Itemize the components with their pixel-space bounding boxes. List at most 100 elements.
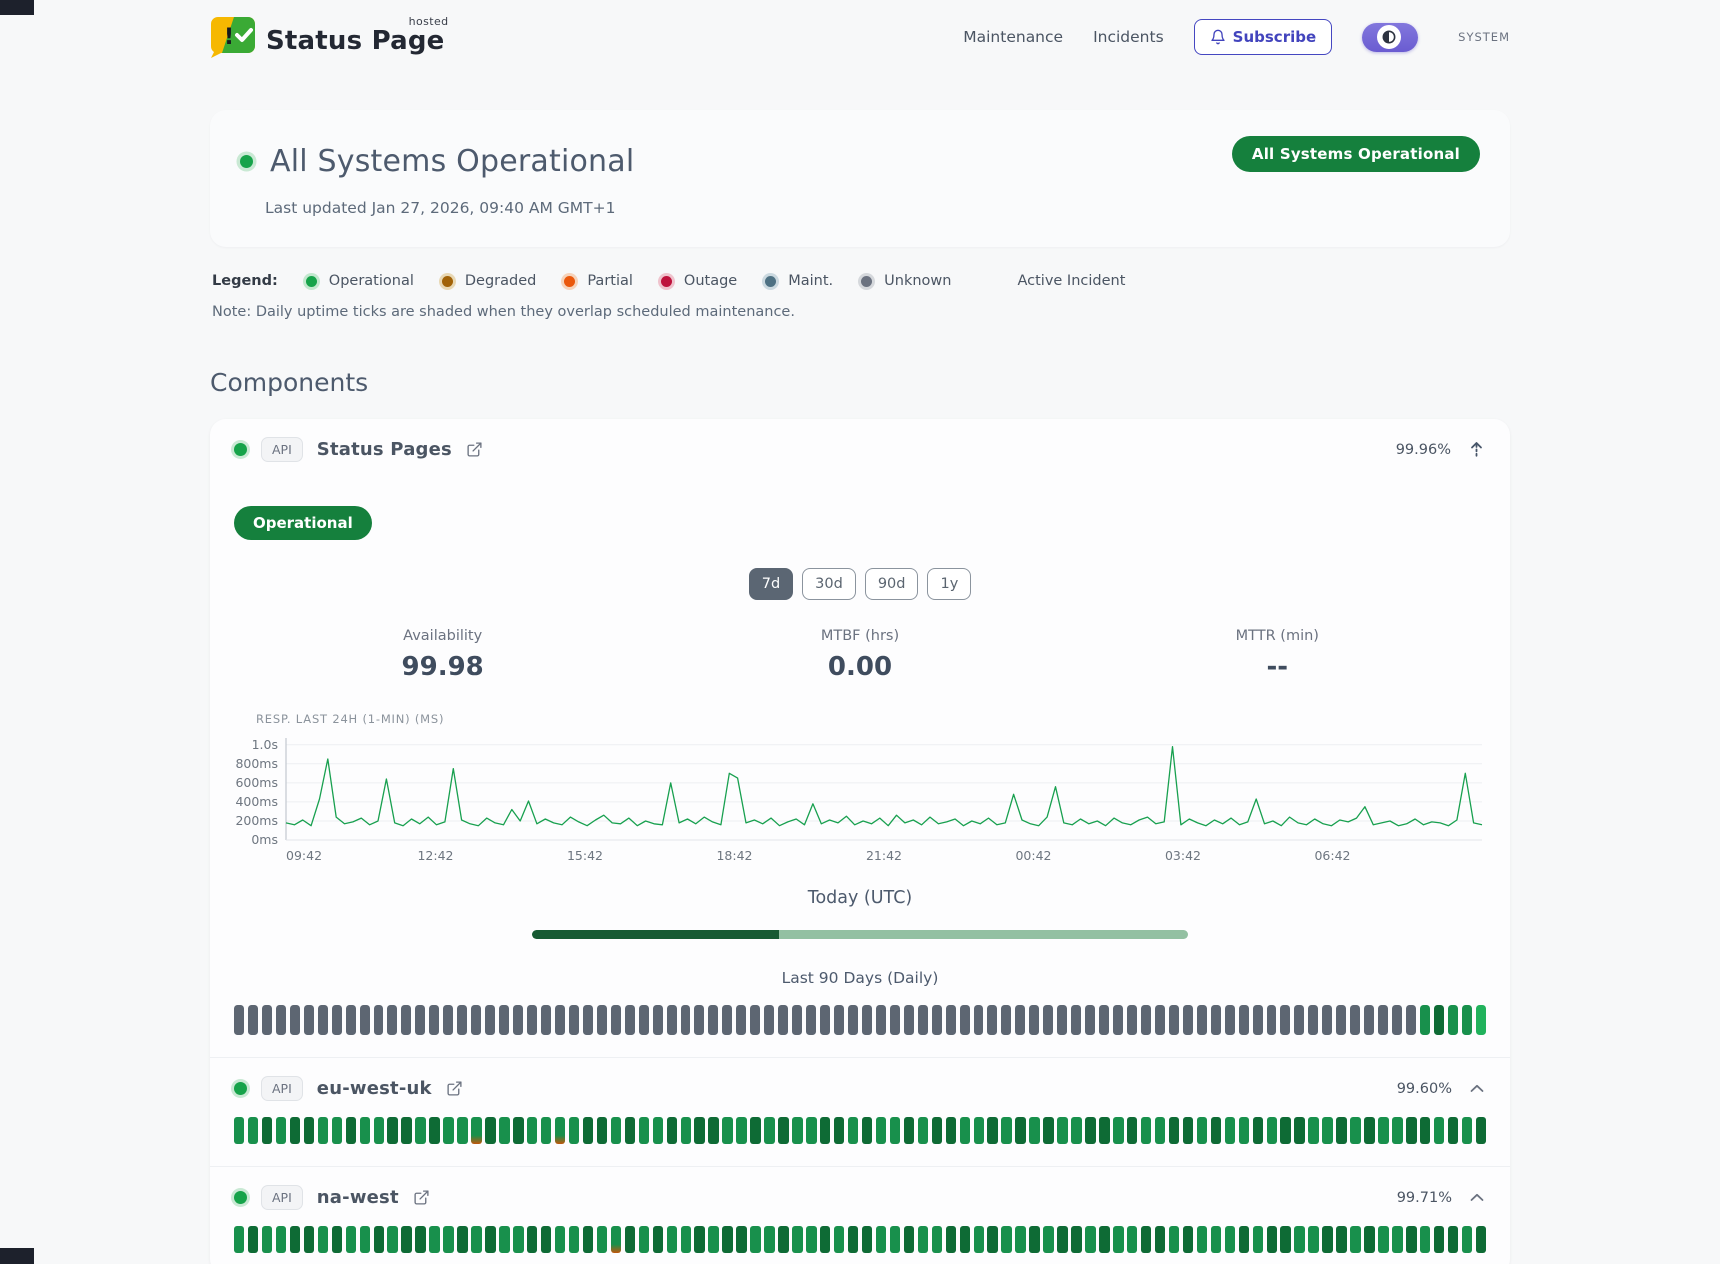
subscribe-button[interactable]: Subscribe [1194, 19, 1333, 55]
uptime-tick[interactable] [1462, 1005, 1472, 1035]
uptime-tick[interactable] [457, 1117, 467, 1144]
uptime-tick[interactable] [653, 1226, 663, 1253]
uptime-tick[interactable] [304, 1226, 314, 1253]
uptime-tick[interactable] [974, 1226, 984, 1253]
uptime-tick[interactable] [1169, 1117, 1179, 1144]
uptime-tick[interactable] [681, 1226, 691, 1253]
uptime-tick[interactable] [415, 1005, 425, 1035]
uptime-tick[interactable] [904, 1005, 914, 1035]
uptime-tick[interactable] [890, 1117, 900, 1144]
uptime-tick[interactable] [848, 1226, 858, 1253]
uptime-tick[interactable] [834, 1117, 844, 1144]
uptime-tick[interactable] [374, 1226, 384, 1253]
uptime-tick[interactable] [485, 1005, 495, 1035]
uptime-tick[interactable] [1364, 1117, 1374, 1144]
uptime-tick[interactable] [1378, 1117, 1388, 1144]
uptime-tick[interactable] [792, 1117, 802, 1144]
uptime-tick[interactable] [1322, 1226, 1332, 1253]
uptime-tick[interactable] [443, 1117, 453, 1144]
uptime-tick[interactable] [415, 1226, 425, 1253]
uptime-tick[interactable] [1294, 1226, 1304, 1253]
uptime-tick[interactable] [401, 1117, 411, 1144]
uptime-tick[interactable] [1211, 1005, 1221, 1035]
uptime-tick[interactable] [1099, 1226, 1109, 1253]
uptime-tick[interactable] [834, 1226, 844, 1253]
uptime-tick[interactable] [1308, 1117, 1318, 1144]
uptime-tick[interactable] [1448, 1117, 1458, 1144]
uptime-tick[interactable] [792, 1005, 802, 1035]
uptime-tick[interactable] [513, 1226, 523, 1253]
uptime-tick[interactable] [834, 1005, 844, 1035]
uptime-tick[interactable] [806, 1117, 816, 1144]
uptime-tick[interactable] [401, 1005, 411, 1035]
uptime-tick[interactable] [1057, 1005, 1067, 1035]
uptime-tick[interactable] [722, 1005, 732, 1035]
uptime-tick[interactable] [1350, 1005, 1360, 1035]
uptime-tick[interactable] [1141, 1226, 1151, 1253]
uptime-tick[interactable] [1197, 1117, 1207, 1144]
uptime-tick[interactable] [541, 1005, 551, 1035]
uptime-tick[interactable] [346, 1005, 356, 1035]
uptime-tick[interactable] [736, 1117, 746, 1144]
uptime-tick[interactable] [778, 1226, 788, 1253]
uptime-tick[interactable] [276, 1117, 286, 1144]
uptime-tick[interactable] [862, 1005, 872, 1035]
range-90d-button[interactable]: 90d [865, 568, 919, 600]
uptime-tick[interactable] [304, 1117, 314, 1144]
uptime-tick[interactable] [918, 1117, 928, 1144]
uptime-tick[interactable] [1253, 1117, 1263, 1144]
uptime-tick[interactable] [848, 1005, 858, 1035]
uptime-tick[interactable] [987, 1226, 997, 1253]
uptime-tick[interactable] [276, 1226, 286, 1253]
uptime-tick[interactable] [1029, 1226, 1039, 1253]
uptime-tick[interactable] [527, 1226, 537, 1253]
uptime-tick[interactable] [346, 1226, 356, 1253]
uptime-tick[interactable] [625, 1226, 635, 1253]
uptime-tick[interactable] [1476, 1117, 1486, 1144]
uptime-tick[interactable] [1085, 1226, 1095, 1253]
uptime-tick[interactable] [1141, 1005, 1151, 1035]
uptime-tick[interactable] [876, 1226, 886, 1253]
uptime-tick[interactable] [1099, 1005, 1109, 1035]
uptime-tick[interactable] [1336, 1117, 1346, 1144]
external-link-icon[interactable] [466, 441, 483, 458]
uptime-tick[interactable] [290, 1005, 300, 1035]
uptime-tick[interactable] [653, 1005, 663, 1035]
uptime-tick[interactable] [1420, 1117, 1430, 1144]
uptime-tick[interactable] [639, 1226, 649, 1253]
uptime-tick[interactable] [1392, 1005, 1402, 1035]
uptime-tick[interactable] [1001, 1005, 1011, 1035]
uptime-tick[interactable] [611, 1117, 621, 1144]
uptime-tick[interactable] [722, 1117, 732, 1144]
uptime-tick[interactable] [1294, 1005, 1304, 1035]
theme-toggle[interactable] [1362, 23, 1418, 52]
uptime-tick[interactable] [722, 1226, 732, 1253]
uptime-tick[interactable] [876, 1117, 886, 1144]
uptime-tick[interactable] [360, 1005, 370, 1035]
uptime-tick[interactable] [820, 1226, 830, 1253]
nav-maintenance[interactable]: Maintenance [963, 28, 1063, 46]
uptime-tick[interactable] [1225, 1226, 1235, 1253]
uptime-tick[interactable] [890, 1226, 900, 1253]
uptime-tick[interactable] [1127, 1117, 1137, 1144]
uptime-tick[interactable] [1127, 1226, 1137, 1253]
uptime-tick[interactable] [960, 1005, 970, 1035]
uptime-tick[interactable] [318, 1117, 328, 1144]
uptime-tick[interactable] [290, 1226, 300, 1253]
uptime-tick[interactable] [597, 1117, 607, 1144]
uptime-tick[interactable] [918, 1226, 928, 1253]
uptime-tick[interactable] [569, 1117, 579, 1144]
uptime-tick[interactable] [1253, 1005, 1263, 1035]
uptime-tick[interactable] [1015, 1226, 1025, 1253]
uptime-tick[interactable] [708, 1226, 718, 1253]
uptime-ticks-90d[interactable] [234, 1005, 1486, 1035]
uptime-tick[interactable] [1197, 1005, 1207, 1035]
uptime-tick[interactable] [1420, 1226, 1430, 1253]
uptime-tick[interactable] [583, 1005, 593, 1035]
uptime-tick[interactable] [541, 1226, 551, 1253]
uptime-tick[interactable] [946, 1117, 956, 1144]
uptime-tick[interactable] [332, 1117, 342, 1144]
uptime-tick[interactable] [248, 1226, 258, 1253]
uptime-tick[interactable] [527, 1005, 537, 1035]
uptime-tick[interactable] [1280, 1005, 1290, 1035]
